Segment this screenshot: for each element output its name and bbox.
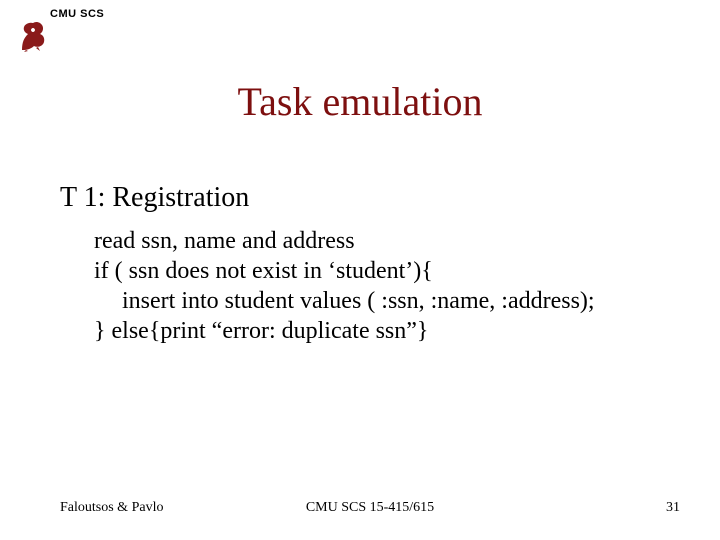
griffin-logo-icon bbox=[18, 20, 48, 52]
body-line-1: read ssn, name and address bbox=[94, 228, 355, 254]
slide-subtitle: T 1: Registration bbox=[60, 182, 249, 214]
body-line-2: if ( ssn does not exist in ‘student’){ bbox=[94, 258, 433, 284]
slide-body: read ssn, name and address if ( ssn does… bbox=[94, 226, 595, 346]
body-line-4: } else{print “error: duplicate ssn”} bbox=[94, 318, 428, 344]
footer-page-number: 31 bbox=[666, 500, 680, 516]
slide: CMU SCS Task emulation T 1: Registration… bbox=[0, 0, 720, 540]
body-line-3: insert into student values ( :ssn, :name… bbox=[94, 286, 595, 316]
footer-course: CMU SCS 15-415/615 bbox=[60, 500, 680, 516]
slide-title: Task emulation bbox=[0, 78, 720, 125]
org-label: CMU SCS bbox=[50, 8, 104, 20]
